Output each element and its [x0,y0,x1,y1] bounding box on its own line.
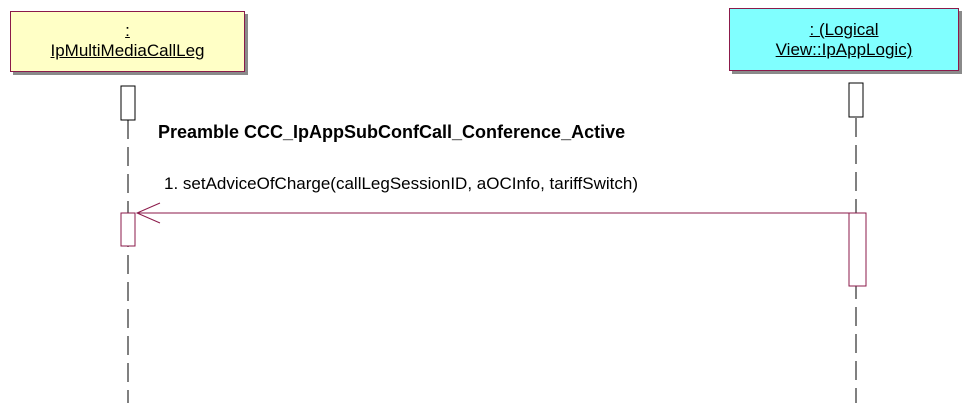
activation-left-msg [120,212,136,247]
object-right-line1: : (Logical [809,20,879,39]
object-left-line1: : [125,21,130,40]
message-label: 1. setAdviceOfCharge(callLegSessionID, a… [164,174,639,193]
activation-left-top [120,85,136,121]
sequence-diagram: : IpMultiMediaCallLeg : (Logical View::I… [0,0,979,403]
object-left-line2: IpMultiMediaCallLeg [50,41,205,60]
activation-right-msg [848,212,867,287]
object-ipapplogic[interactable]: : (Logical View::IpAppLogic) [729,8,959,71]
preamble-label: Preamble CCC_IpAppSubConfCall_Conference… [158,122,626,142]
object-right-line2: View::IpAppLogic) [775,40,913,59]
activation-right-top [848,82,864,118]
object-ipmultimediacallleg[interactable]: : IpMultiMediaCallLeg [10,11,245,72]
